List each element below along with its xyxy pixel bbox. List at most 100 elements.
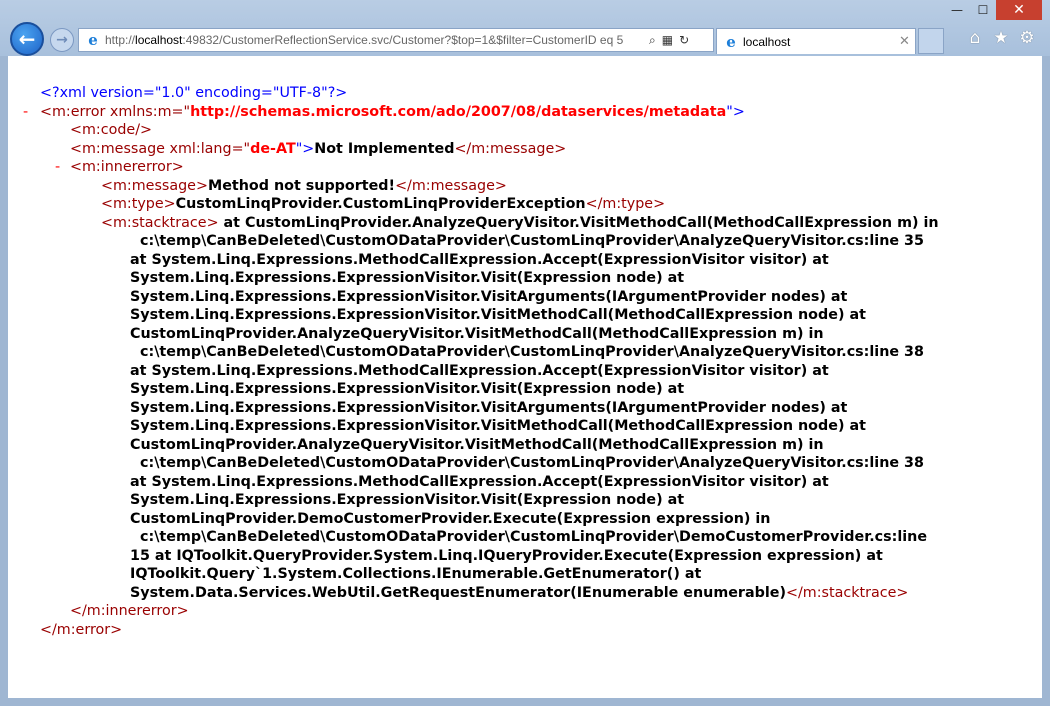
stack-line: IQToolkit.Query`1.System.Collections.IEn…: [8, 565, 1042, 584]
error-open-line: - <m:error xmlns:m="http://schemas.micro…: [8, 103, 1042, 122]
stacktrace-text: System.Linq.Expressions.ExpressionVisito…: [130, 381, 685, 397]
message-line: <m:message xml:lang="de-AT">Not Implemen…: [8, 140, 1042, 159]
forward-button[interactable]: →: [50, 28, 74, 52]
minimize-button[interactable]: —: [944, 0, 970, 20]
inner-message-close-tag: </m:message>: [395, 177, 507, 194]
innererror-close-tag: </m:innererror>: [70, 603, 189, 619]
tab-localhost[interactable]: e localhost ✕: [716, 28, 916, 54]
stacktrace-text: c:\temp\CanBeDeleted\CustomODataProvider…: [140, 233, 924, 249]
stacktrace-last-text: System.Data.Services.WebUtil.GetRequestE…: [130, 584, 786, 601]
settings-gear-icon[interactable]: ⚙: [1018, 28, 1036, 48]
type-line: <m:type>CustomLinqProvider.CustomLinqPro…: [8, 195, 1042, 214]
type-text: CustomLinqProvider.CustomLinqProviderExc…: [175, 196, 586, 212]
address-buttons: ⌕ ▦ ↻: [649, 33, 689, 48]
innererror-open-line: - <m:innererror>: [8, 158, 1042, 177]
tab-close-icon[interactable]: ✕: [899, 34, 910, 49]
collapse-error-toggle[interactable]: -: [23, 103, 28, 122]
stack-line: c:\temp\CanBeDeleted\CustomODataProvider…: [8, 454, 1042, 473]
error-close-line: </m:error>: [8, 621, 1042, 640]
xml-document: <?xml version="1.0" encoding="UTF-8"?> -…: [8, 84, 1042, 639]
stack-line: at System.Linq.Expressions.MethodCallExp…: [8, 473, 1042, 492]
stack-line: System.Linq.Expressions.ExpressionVisito…: [8, 417, 1042, 436]
stacktrace-text: System.Linq.Expressions.ExpressionVisito…: [130, 399, 848, 416]
stack-line: at System.Linq.Expressions.MethodCallExp…: [8, 362, 1042, 381]
error-open-tag-end: ">: [726, 103, 745, 120]
stacktrace-text: CustomLinqProvider.DemoCustomerProvider.…: [130, 510, 771, 527]
stacktrace-close-tag: </m:stacktrace>: [786, 584, 909, 601]
stacktrace-text: c:\temp\CanBeDeleted\CustomODataProvider…: [140, 344, 924, 360]
stacktrace-text: at System.Linq.Expressions.MethodCallExp…: [130, 251, 829, 268]
stacktrace-text: at System.Linq.Expressions.MethodCallExp…: [130, 362, 829, 379]
stack-line: c:\temp\CanBeDeleted\CustomODataProvider…: [8, 528, 1042, 547]
refresh-icon[interactable]: ↻: [679, 33, 689, 48]
stacktrace-last-line: System.Data.Services.WebUtil.GetRequestE…: [8, 584, 1042, 603]
error-open-tag: <m:error xmlns:m=": [40, 103, 191, 120]
innererror-close-line: </m:innererror>: [8, 602, 1042, 621]
type-open-tag: <m:type>: [101, 196, 176, 212]
stacktrace-text: at System.Linq.Expressions.MethodCallExp…: [130, 473, 829, 490]
back-arrow-icon: ←: [18, 27, 36, 51]
code-tag: <m:code/>: [70, 122, 152, 138]
stack-line: at System.Linq.Expressions.MethodCallExp…: [8, 251, 1042, 270]
stack-line: CustomLinqProvider.AnalyzeQueryVisitor.V…: [8, 436, 1042, 455]
stack-line: System.Linq.Expressions.ExpressionVisito…: [8, 306, 1042, 325]
url-scheme: http://: [105, 33, 136, 47]
stacktrace-first-line: <m:stacktrace> at CustomLinqProvider.Ana…: [8, 214, 1042, 233]
stacktrace-text: IQToolkit.Query`1.System.Collections.IEn…: [130, 566, 702, 582]
home-icon[interactable]: ⌂: [966, 28, 984, 48]
inner-message-text: Method not supported!: [207, 177, 396, 194]
stack-line: System.Linq.Expressions.ExpressionVisito…: [8, 399, 1042, 418]
favorites-icon[interactable]: ★: [992, 28, 1010, 48]
close-button[interactable]: ✕: [996, 0, 1042, 20]
address-bar[interactable]: e http://localhost:49832/CustomerReflect…: [78, 28, 714, 52]
new-tab-button[interactable]: [918, 28, 944, 54]
search-icon[interactable]: ⌕: [649, 33, 656, 48]
stacktrace-text: System.Linq.Expressions.ExpressionVisito…: [130, 270, 685, 286]
message-close-tag: </m:message>: [454, 140, 567, 157]
type-close-tag: </m:type>: [585, 196, 666, 212]
stacktrace-text: System.Linq.Expressions.ExpressionVisito…: [130, 288, 848, 305]
stacktrace-first-text: at CustomLinqProvider.AnalyzeQueryVisito…: [218, 214, 939, 231]
url-path: :49832/CustomerReflectionService.svc/Cus…: [182, 33, 624, 47]
error-close-tag: </m:error>: [40, 621, 123, 638]
stack-line: 15 at IQToolkit.QueryProvider.System.Lin…: [8, 547, 1042, 566]
stacktrace-text: System.Linq.Expressions.ExpressionVisito…: [130, 492, 685, 508]
ie-tab-icon: e: [726, 32, 736, 51]
url-host: localhost: [135, 33, 183, 47]
message-open-tag-end: ">: [295, 140, 315, 157]
stack-line: System.Linq.Expressions.ExpressionVisito…: [8, 269, 1042, 288]
stack-line: CustomLinqProvider.DemoCustomerProvider.…: [8, 510, 1042, 529]
stack-line: System.Linq.Expressions.ExpressionVisito…: [8, 380, 1042, 399]
page-content: <?xml version="1.0" encoding="UTF-8"?> -…: [8, 56, 1042, 698]
stack-line: c:\temp\CanBeDeleted\CustomODataProvider…: [8, 232, 1042, 251]
stacktrace-text: c:\temp\CanBeDeleted\CustomODataProvider…: [140, 529, 928, 545]
browser-window: — ☐ ✕ ← → e http://localhost:49832/Custo…: [0, 0, 1050, 706]
compatibility-view-icon[interactable]: ▦: [662, 33, 673, 48]
innererror-open-tag: <m:innererror>: [70, 159, 184, 175]
stack-line: CustomLinqProvider.AnalyzeQueryVisitor.V…: [8, 325, 1042, 344]
xml-declaration-line: <?xml version="1.0" encoding="UTF-8"?>: [8, 84, 1042, 103]
maximize-button[interactable]: ☐: [970, 0, 996, 20]
tab-title: localhost: [743, 34, 791, 49]
stacktrace-text: System.Linq.Expressions.ExpressionVisito…: [130, 307, 866, 323]
back-button[interactable]: ←: [10, 22, 44, 56]
ie-page-icon: e: [88, 31, 98, 49]
stacktrace-text: System.Linq.Expressions.ExpressionVisito…: [130, 418, 866, 434]
code-line: <m:code/>: [8, 121, 1042, 140]
browser-chrome: — ☐ ✕ ← → e http://localhost:49832/Custo…: [0, 0, 1050, 56]
inner-message-open-tag: <m:message>: [101, 177, 208, 194]
toolbar-icons: ⌂ ★ ⚙: [966, 28, 1036, 48]
stacktrace-text: 15 at IQToolkit.QueryProvider.System.Lin…: [130, 547, 883, 564]
namespace-value: http://schemas.microsoft.com/ado/2007/08…: [190, 103, 727, 120]
stacktrace-text: c:\temp\CanBeDeleted\CustomODataProvider…: [140, 455, 924, 471]
message-text: Not Implemented: [314, 140, 455, 157]
stack-line: System.Linq.Expressions.ExpressionVisito…: [8, 491, 1042, 510]
message-open-tag: <m:message xml:lang=": [70, 140, 251, 157]
collapse-innererror-toggle[interactable]: -: [55, 158, 60, 177]
address-url[interactable]: http://localhost:49832/CustomerReflectio…: [105, 33, 643, 47]
stack-line: System.Linq.Expressions.ExpressionVisito…: [8, 288, 1042, 307]
lang-value: de-AT: [250, 140, 296, 157]
stacktrace-open-tag: <m:stacktrace>: [101, 214, 219, 231]
stack-line: c:\temp\CanBeDeleted\CustomODataProvider…: [8, 343, 1042, 362]
inner-message-line: <m:message>Method not supported!</m:mess…: [8, 177, 1042, 196]
